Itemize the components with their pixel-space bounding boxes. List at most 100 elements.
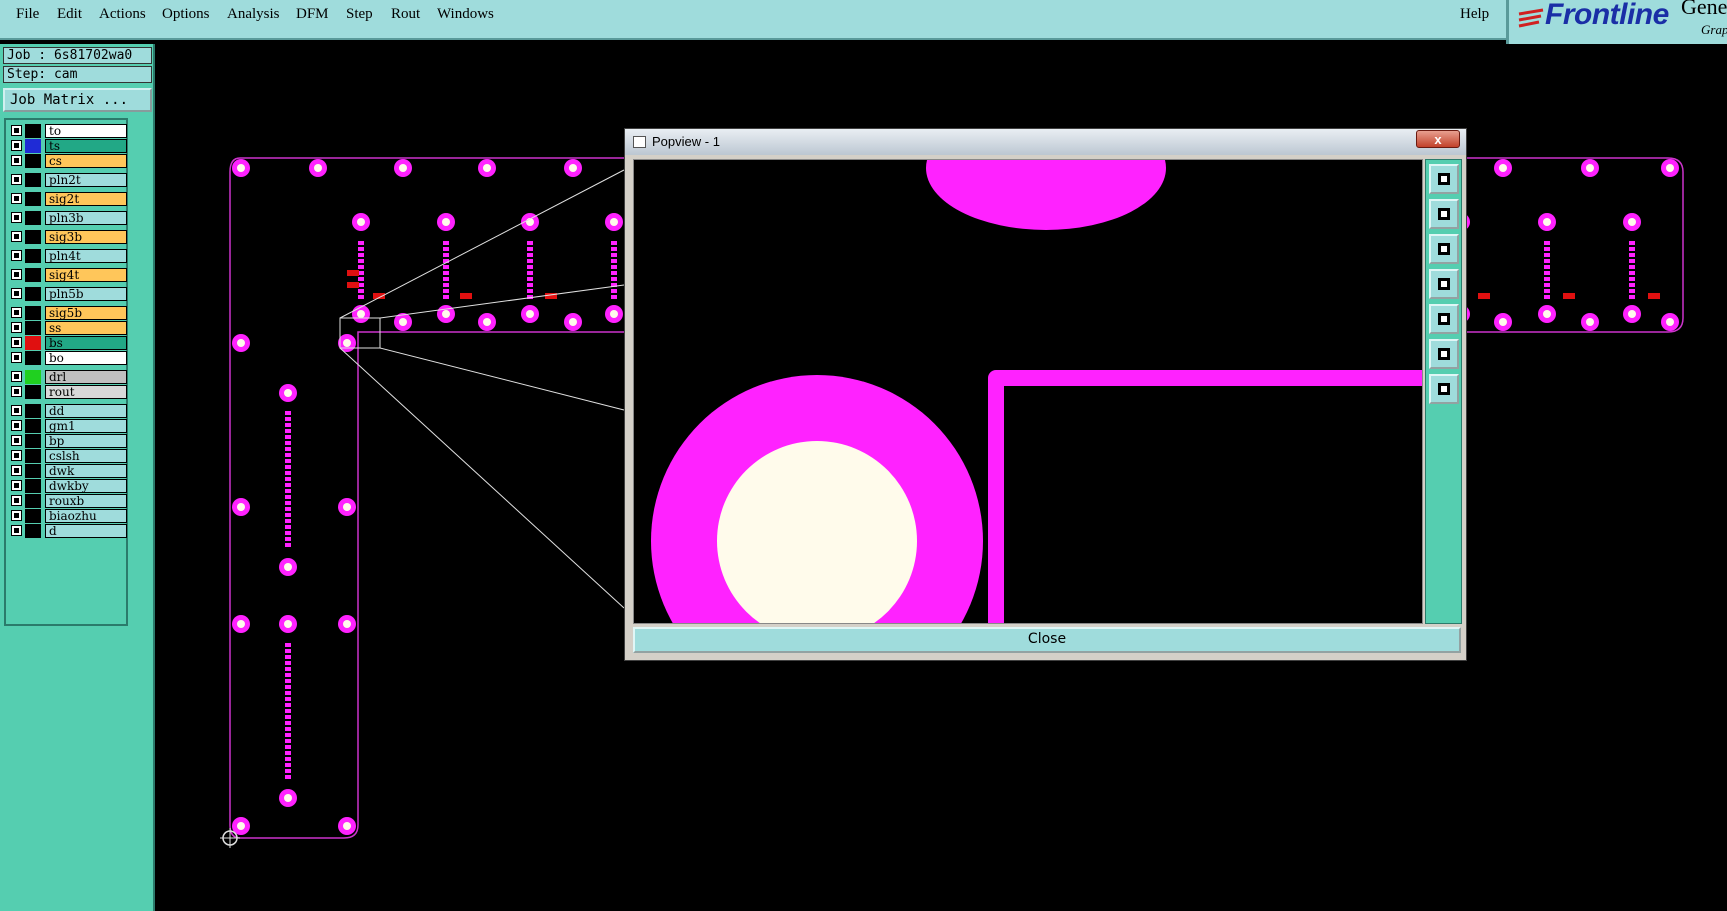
layer-color-swatch[interactable]: [25, 404, 41, 418]
zoom-out-icon[interactable]: [1429, 374, 1459, 404]
layer-row-dd[interactable]: dd: [9, 404, 127, 418]
layer-name[interactable]: sig3b: [45, 230, 127, 244]
layer-name[interactable]: bo: [45, 351, 127, 365]
layer-row-cs[interactable]: cs: [9, 154, 127, 168]
layer-color-swatch[interactable]: [25, 306, 41, 320]
layer-name[interactable]: cs: [45, 154, 127, 168]
layer-checkbox[interactable]: [11, 352, 22, 363]
layer-color-swatch[interactable]: [25, 211, 41, 225]
popview-canvas[interactable]: [633, 159, 1423, 624]
layer-name[interactable]: dwkby: [45, 479, 127, 493]
layer-name[interactable]: ss: [45, 321, 127, 335]
layer-name[interactable]: pln2t: [45, 173, 127, 187]
pan-left-icon[interactable]: [1429, 269, 1459, 299]
layer-color-swatch[interactable]: [25, 464, 41, 478]
layer-checkbox[interactable]: [11, 435, 22, 446]
layer-checkbox[interactable]: [11, 140, 22, 151]
layer-checkbox[interactable]: [11, 450, 22, 461]
layer-checkbox[interactable]: [11, 465, 22, 476]
popview-titlebar[interactable]: Popview - 1 x: [625, 129, 1466, 155]
menu-edit[interactable]: Edit: [57, 6, 82, 23]
menu-actions[interactable]: Actions: [99, 6, 146, 23]
layer-checkbox[interactable]: [11, 322, 22, 333]
menu-file[interactable]: File: [16, 6, 39, 23]
layer-row-dwk[interactable]: dwk: [9, 464, 127, 478]
pan-down-icon[interactable]: [1429, 234, 1459, 264]
layer-name[interactable]: rouxb: [45, 494, 127, 508]
layer-row-bp[interactable]: bp: [9, 434, 127, 448]
layer-color-swatch[interactable]: [25, 124, 41, 138]
layer-row-bo[interactable]: bo: [9, 351, 127, 365]
layer-color-swatch[interactable]: [25, 419, 41, 433]
layer-name[interactable]: bp: [45, 434, 127, 448]
menu-help[interactable]: Help: [1460, 6, 1489, 23]
layer-color-swatch[interactable]: [25, 385, 41, 399]
layer-name[interactable]: gm1: [45, 419, 127, 433]
layer-color-swatch[interactable]: [25, 173, 41, 187]
layer-checkbox[interactable]: [11, 250, 22, 261]
layer-checkbox[interactable]: [11, 288, 22, 299]
pan-right-icon[interactable]: [1429, 304, 1459, 334]
layer-name[interactable]: sig5b: [45, 306, 127, 320]
layer-checkbox[interactable]: [11, 510, 22, 521]
menu-options[interactable]: Options: [162, 6, 210, 23]
layer-row-pln4t[interactable]: pln4t: [9, 249, 127, 263]
layer-color-swatch[interactable]: [25, 321, 41, 335]
layer-color-swatch[interactable]: [25, 139, 41, 153]
layer-row-drl[interactable]: drl: [9, 370, 127, 384]
layer-color-swatch[interactable]: [25, 192, 41, 206]
layer-name[interactable]: pln5b: [45, 287, 127, 301]
layer-row-sig2t[interactable]: sig2t: [9, 192, 127, 206]
layer-checkbox[interactable]: [11, 155, 22, 166]
layer-color-swatch[interactable]: [25, 370, 41, 384]
layer-name[interactable]: drl: [45, 370, 127, 384]
layer-color-swatch[interactable]: [25, 268, 41, 282]
layer-name[interactable]: sig4t: [45, 268, 127, 282]
layer-row-to[interactable]: to: [9, 124, 127, 138]
layer-checkbox[interactable]: [11, 125, 22, 136]
layer-row-pln3b[interactable]: pln3b: [9, 211, 127, 225]
layer-row-ss[interactable]: ss: [9, 321, 127, 335]
menu-dfm[interactable]: DFM: [296, 6, 329, 23]
layer-name[interactable]: biaozhu: [45, 509, 127, 523]
layer-color-swatch[interactable]: [25, 509, 41, 523]
layer-row-rouxb[interactable]: rouxb: [9, 494, 127, 508]
layer-color-swatch[interactable]: [25, 249, 41, 263]
layer-row-pln5b[interactable]: pln5b: [9, 287, 127, 301]
layer-checkbox[interactable]: [11, 525, 22, 536]
pan-up-icon[interactable]: [1429, 199, 1459, 229]
layer-row-d[interactable]: d: [9, 524, 127, 538]
layer-name[interactable]: rout: [45, 385, 127, 399]
layer-name[interactable]: cslsh: [45, 449, 127, 463]
layer-row-biaozhu[interactable]: biaozhu: [9, 509, 127, 523]
layer-name[interactable]: ts: [45, 139, 127, 153]
layer-color-swatch[interactable]: [25, 336, 41, 350]
layer-name[interactable]: to: [45, 124, 127, 138]
layer-checkbox[interactable]: [11, 495, 22, 506]
layer-checkbox[interactable]: [11, 371, 22, 382]
close-button[interactable]: Close: [633, 627, 1461, 653]
menu-windows[interactable]: Windows: [437, 6, 494, 23]
layer-row-rout[interactable]: rout: [9, 385, 127, 399]
layer-row-sig4t[interactable]: sig4t: [9, 268, 127, 282]
layer-name[interactable]: sig2t: [45, 192, 127, 206]
layer-color-swatch[interactable]: [25, 287, 41, 301]
layer-checkbox[interactable]: [11, 269, 22, 280]
layer-color-swatch[interactable]: [25, 351, 41, 365]
layer-color-swatch[interactable]: [25, 154, 41, 168]
layer-checkbox[interactable]: [11, 193, 22, 204]
layer-checkbox[interactable]: [11, 212, 22, 223]
layer-name[interactable]: d: [45, 524, 127, 538]
layer-color-swatch[interactable]: [25, 494, 41, 508]
layer-name[interactable]: pln3b: [45, 211, 127, 225]
layer-checkbox[interactable]: [11, 386, 22, 397]
layer-row-cslsh[interactable]: cslsh: [9, 449, 127, 463]
layer-color-swatch[interactable]: [25, 524, 41, 538]
layer-name[interactable]: dwk: [45, 464, 127, 478]
layer-name[interactable]: pln4t: [45, 249, 127, 263]
layer-color-swatch[interactable]: [25, 449, 41, 463]
layer-color-swatch[interactable]: [25, 479, 41, 493]
layer-row-dwkby[interactable]: dwkby: [9, 479, 127, 493]
layer-checkbox[interactable]: [11, 174, 22, 185]
layer-checkbox[interactable]: [11, 480, 22, 491]
